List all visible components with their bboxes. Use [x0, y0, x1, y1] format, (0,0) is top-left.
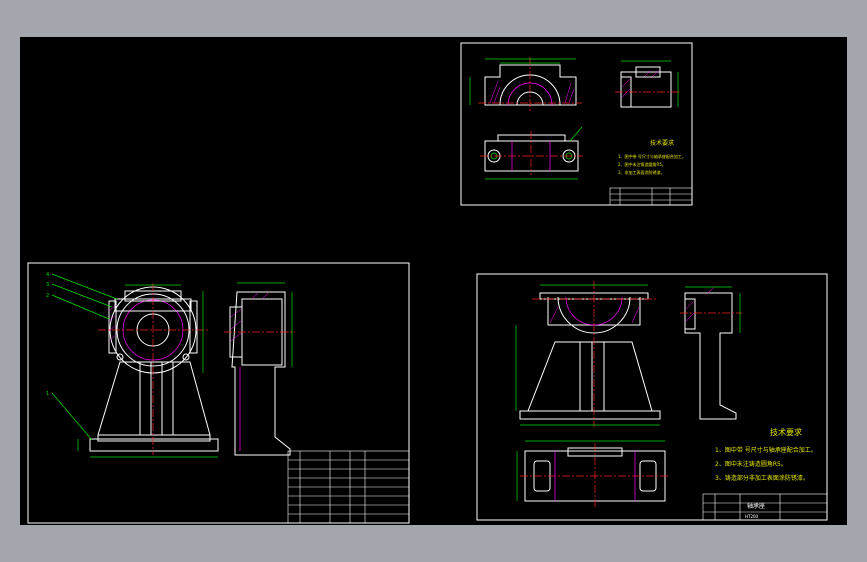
cad-drawing-canvas: 技术要求 1、图中带 号尺寸与轴承座配合加工。 2、图中未注铸造圆角R5。 3、… — [27, 42, 828, 524]
sheet-top-right: 技术要求 1、图中带 号尺寸与轴承座配合加工。 2、图中未注铸造圆角R5。 3、… — [460, 42, 693, 206]
callout-1: 4 — [46, 272, 49, 278]
top-right-title-block — [609, 187, 693, 206]
bottom-right-tech-notes: 技术要求 1、图中带 号尺寸与轴承座配合加工。 2、图中未注铸造圆角R5。 3、… — [715, 427, 817, 482]
left-title-block — [287, 450, 410, 524]
callout-4: 1 — [46, 391, 49, 397]
part-material: HT200 — [745, 514, 759, 519]
cad-drawing-viewport[interactable]: 技术要求 1、图中带 号尺寸与轴承座配合加工。 2、图中未注铸造圆角R5。 3、… — [20, 37, 847, 525]
tech-notes-title: 技术要求 — [770, 427, 802, 437]
sheet-bottom-right-border — [476, 273, 828, 521]
assembly-side-view — [224, 282, 295, 456]
tech-note-2: 2、图中未注铸造圆角R5。 — [618, 161, 666, 167]
part-callouts: 4 3 2 1 — [46, 272, 118, 441]
base-front-view — [515, 281, 661, 427]
sheet-left: 4 3 2 1 — [27, 262, 410, 524]
cap-front-view — [469, 57, 582, 111]
tech-notes-title: 技术要求 — [650, 139, 674, 147]
base-side-view — [680, 286, 742, 420]
tech-note-1: 1、图中带 号尺寸与轴承座配合加工。 — [715, 446, 817, 454]
cap-side-view — [615, 60, 680, 108]
part-name: 轴承座 — [747, 502, 765, 510]
callout-2: 3 — [46, 282, 49, 288]
tech-note-1: 1、图中带 号尺寸与轴承座配合加工。 — [618, 153, 686, 159]
tech-note-2: 2、图中未注铸造圆角R5。 — [715, 460, 787, 468]
cap-top-view — [480, 126, 583, 180]
sheet-left-border — [27, 262, 410, 524]
base-top-view — [516, 440, 670, 507]
assembly-front-view — [77, 283, 219, 458]
tech-note-3: 3、铸造部分非加工表面涂防锈漆。 — [715, 474, 809, 482]
sheet-bottom-right: 技术要求 1、图中带 号尺寸与轴承座配合加工。 2、图中未注铸造圆角R5。 3、… — [476, 273, 828, 521]
callout-3: 2 — [46, 293, 49, 299]
tech-note-3: 3、非加工表面涂防锈漆。 — [618, 169, 665, 175]
top-right-tech-notes: 技术要求 1、图中带 号尺寸与轴承座配合加工。 2、图中未注铸造圆角R5。 3、… — [618, 139, 686, 175]
bottom-right-title-block: 轴承座 HT200 — [702, 493, 828, 521]
